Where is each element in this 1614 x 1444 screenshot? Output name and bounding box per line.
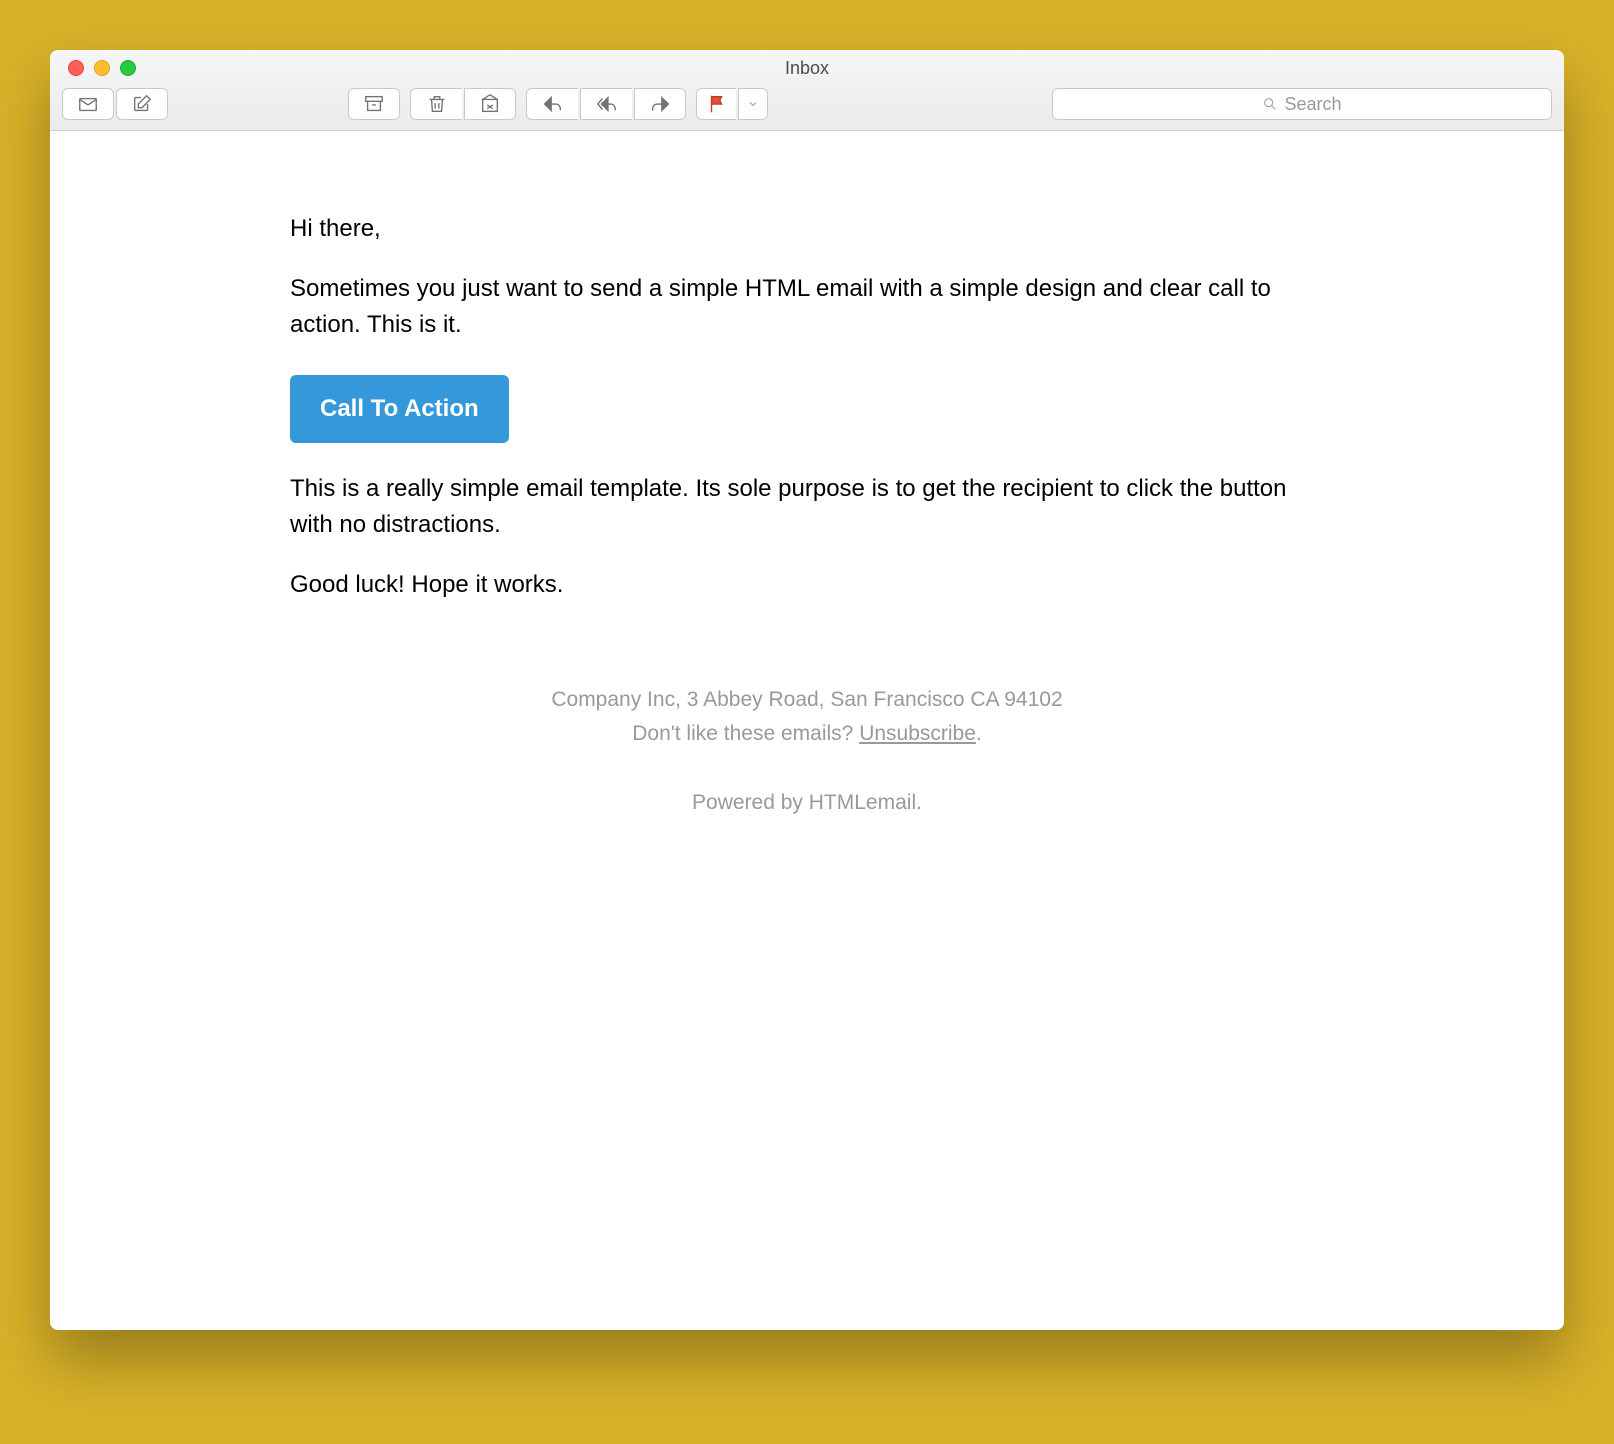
reply-all-icon xyxy=(596,93,618,115)
compose-icon xyxy=(131,93,153,115)
envelope-icon xyxy=(77,93,99,115)
email-body: Hi there, Sometimes you just want to sen… xyxy=(50,131,1564,860)
trash-icon xyxy=(426,93,448,115)
maximize-window-button[interactable] xyxy=(120,60,136,76)
archive-button[interactable] xyxy=(348,88,400,120)
junk-button[interactable] xyxy=(464,88,516,120)
close-window-button[interactable] xyxy=(68,60,84,76)
email-content: Hi there, Sometimes you just want to sen… xyxy=(290,211,1324,603)
junk-icon xyxy=(479,93,501,115)
archive-icon xyxy=(363,93,385,115)
email-greeting: Hi there, xyxy=(290,211,1324,247)
titlebar: Inbox xyxy=(50,50,1564,131)
period: . xyxy=(976,722,982,745)
email-closing: Good luck! Hope it works. xyxy=(290,567,1324,603)
search-placeholder: Search xyxy=(1284,94,1341,115)
footer-unsubscribe-line: Don't like these emails? Unsubscribe. xyxy=(290,717,1324,751)
traffic-lights xyxy=(68,60,136,76)
email-body2: This is a really simple email template. … xyxy=(290,471,1324,543)
cta-button[interactable]: Call To Action xyxy=(290,375,509,443)
mail-window: Inbox xyxy=(50,50,1564,1330)
compose-button[interactable] xyxy=(116,88,168,120)
unsubscribe-link[interactable]: Unsubscribe xyxy=(859,722,976,745)
forward-button[interactable] xyxy=(634,88,686,120)
email-footer: Company Inc, 3 Abbey Road, San Francisco… xyxy=(290,683,1324,820)
reply-all-button[interactable] xyxy=(580,88,632,120)
delete-button[interactable] xyxy=(410,88,462,120)
minimize-window-button[interactable] xyxy=(94,60,110,76)
reply-button[interactable] xyxy=(526,88,578,120)
flag-icon xyxy=(706,93,728,115)
flag-button[interactable] xyxy=(696,88,736,120)
footer-powered: Powered by HTMLemail. xyxy=(290,786,1324,820)
unsubscribe-prompt: Don't like these emails? xyxy=(632,722,859,745)
window-title: Inbox xyxy=(62,58,1552,79)
reply-icon xyxy=(542,93,564,115)
search-input[interactable]: Search xyxy=(1052,88,1552,120)
email-intro: Sometimes you just want to send a simple… xyxy=(290,271,1324,343)
chevron-down-icon xyxy=(747,98,759,110)
footer-company: Company Inc, 3 Abbey Road, San Francisco… xyxy=(290,683,1324,717)
toolbar: Search xyxy=(62,88,1552,130)
flag-dropdown-button[interactable] xyxy=(738,88,768,120)
get-mail-button[interactable] xyxy=(62,88,114,120)
search-icon xyxy=(1262,96,1278,112)
forward-icon xyxy=(649,93,671,115)
